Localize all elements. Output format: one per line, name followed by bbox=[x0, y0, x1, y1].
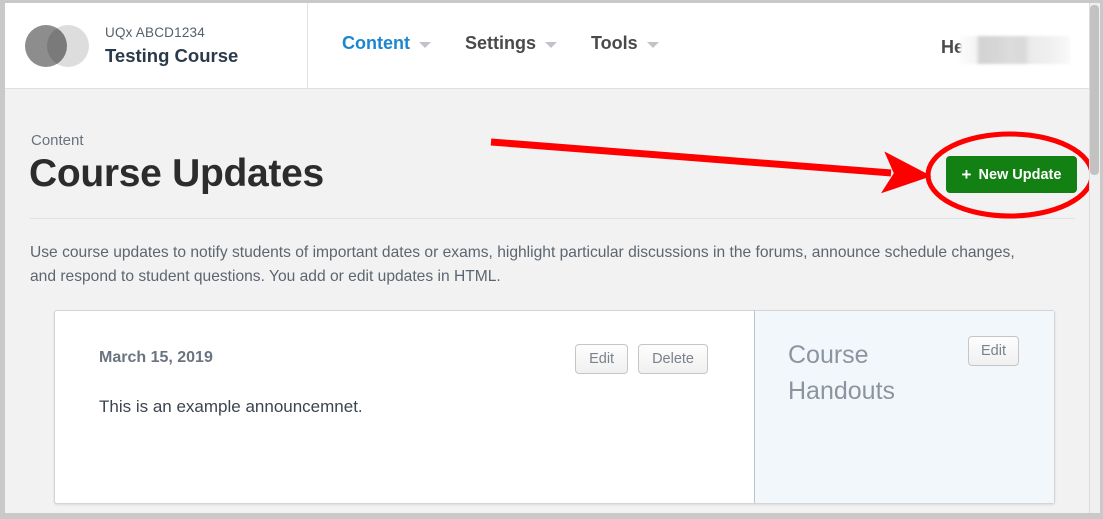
new-update-button[interactable]: + New Update bbox=[946, 156, 1077, 193]
page-content: Content Course Updates + New Update Use … bbox=[5, 89, 1100, 513]
chevron-down-icon bbox=[646, 42, 659, 48]
nav-label-tools: Tools bbox=[591, 33, 638, 53]
delete-update-button[interactable]: Delete bbox=[638, 344, 708, 374]
course-name: Testing Course bbox=[105, 44, 239, 66]
page-title: Course Updates bbox=[29, 152, 324, 195]
course-handouts-panel: Course Handouts Edit bbox=[755, 311, 1054, 503]
new-update-label: New Update bbox=[978, 166, 1062, 183]
site-header: UQx ABCD1234 Testing Course Content Sett… bbox=[5, 3, 1100, 89]
vertical-scrollbar-thumb[interactable] bbox=[1090, 5, 1099, 175]
vertical-scrollbar-track[interactable] bbox=[1089, 3, 1100, 513]
breadcrumb[interactable]: Content bbox=[31, 132, 84, 149]
edit-handouts-button[interactable]: Edit bbox=[968, 336, 1019, 366]
update-date: March 15, 2019 bbox=[99, 349, 213, 366]
chevron-down-icon bbox=[545, 42, 557, 48]
redacted-user-account-area bbox=[960, 36, 1070, 64]
nav-item-tools[interactable]: Tools bbox=[591, 33, 659, 54]
course-handouts-title: Course Handouts bbox=[788, 341, 896, 405]
nav-item-content[interactable]: Content bbox=[342, 33, 431, 54]
update-actions: Edit Delete bbox=[575, 344, 708, 374]
chevron-down-icon bbox=[418, 42, 431, 48]
plus-icon: + bbox=[961, 165, 972, 184]
nav-label-content: Content bbox=[342, 33, 410, 53]
update-entry: March 15, 2019 This is an example announ… bbox=[55, 311, 755, 503]
nav-item-settings[interactable]: Settings bbox=[465, 33, 557, 54]
main-navigation: Content Settings Tools bbox=[342, 33, 659, 54]
two-overlapping-circles-logo-icon bbox=[25, 23, 97, 69]
edit-update-button[interactable]: Edit bbox=[575, 344, 629, 374]
course-branding[interactable]: UQx ABCD1234 Testing Course bbox=[5, 3, 308, 88]
update-body-text: This is an example announcemnet. bbox=[99, 397, 363, 416]
title-divider bbox=[30, 218, 1075, 219]
course-code: UQx ABCD1234 bbox=[105, 24, 205, 40]
browser-viewport: UQx ABCD1234 Testing Course Content Sett… bbox=[0, 0, 1103, 519]
nav-label-settings: Settings bbox=[464, 33, 536, 53]
page-description: Use course updates to notify students of… bbox=[30, 244, 1015, 285]
course-updates-card: March 15, 2019 This is an example announ… bbox=[54, 310, 1055, 504]
